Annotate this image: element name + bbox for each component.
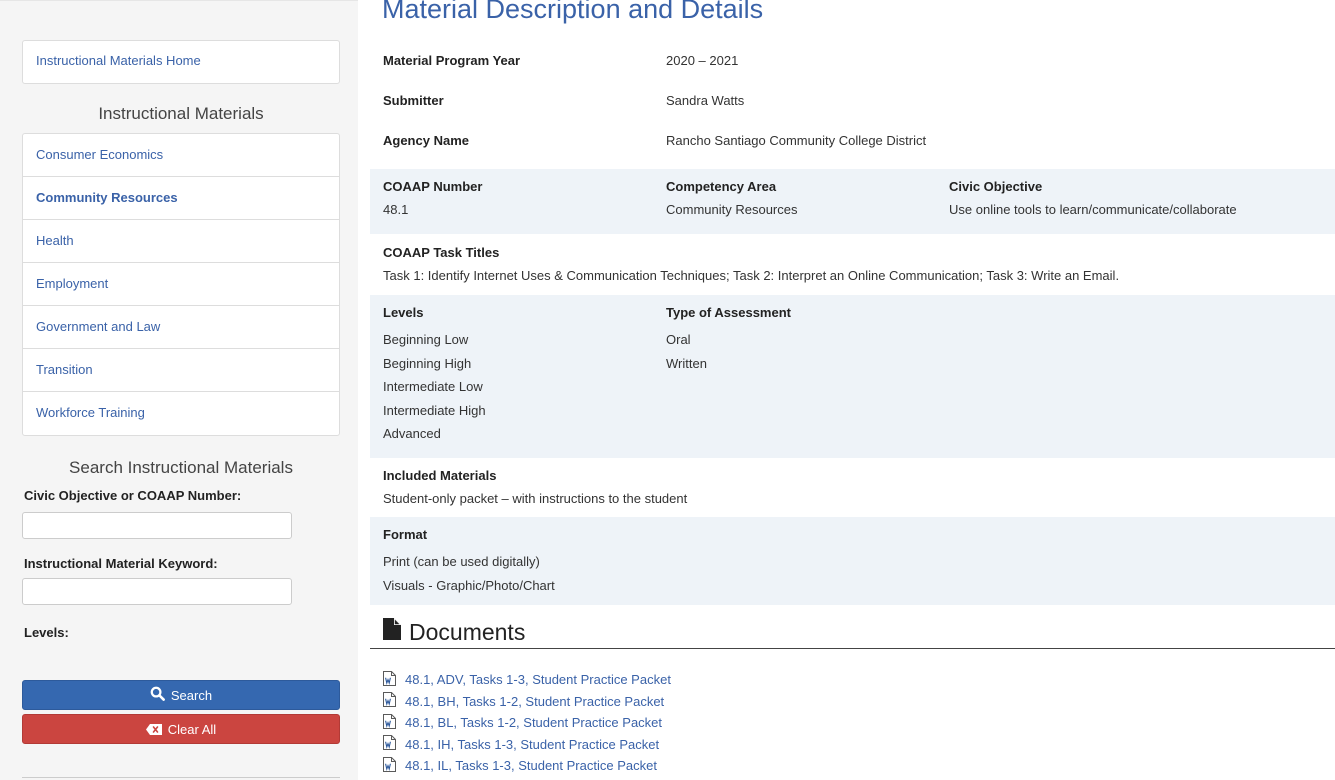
search-icon [150, 682, 165, 712]
document-link[interactable]: 48.1, BH, Tasks 1-2, Student Practice Pa… [383, 691, 671, 713]
levels-label: Levels: [24, 625, 69, 640]
file-icon [383, 618, 409, 646]
assessment-type-heading: Type of Assessment [666, 305, 791, 320]
sidebar: Instructional Materials Home Instruction… [0, 0, 358, 780]
level-item: Intermediate Low [383, 379, 483, 394]
civic-objective-label: Civic Objective or COAAP Number: [24, 488, 242, 503]
agency-row: Agency Name Rancho Santiago Community Co… [370, 123, 1335, 159]
format-list: Print (can be used digitally) Visuals - … [383, 550, 555, 597]
document-link[interactable]: 48.1, BL, Tasks 1-2, Student Practice Pa… [383, 712, 671, 734]
levels-list: Beginning Low Beginning High Intermediat… [383, 328, 486, 446]
levels-heading: Levels [383, 305, 424, 320]
document-link[interactable]: 48.1, IL, Tasks 1-3, Student Practice Pa… [383, 755, 671, 777]
submitter-value: Sandra Watts [666, 93, 745, 108]
category-workforce-training[interactable]: Workforce Training [23, 392, 339, 435]
program-year-label: Material Program Year [383, 53, 521, 68]
coaap-number-value: 48.1 [383, 202, 409, 217]
submitter-label: Submitter [383, 93, 444, 108]
document-title: 48.1, BH, Tasks 1-2, Student Practice Pa… [405, 693, 665, 709]
agency-value: Rancho Santiago Community College Distri… [666, 133, 927, 148]
document-title: 48.1, BL, Tasks 1-2, Student Practice Pa… [405, 715, 663, 731]
document-link[interactable]: 48.1, ADV, Tasks 1-3, Student Practice P… [383, 669, 671, 691]
levels-row: Levels Beginning Low Beginning High Inte… [370, 295, 1335, 458]
search-heading: Search Instructional Materials [69, 458, 293, 477]
submitter-row: Submitter Sandra Watts [370, 83, 1335, 119]
keyword-input[interactable] [22, 578, 292, 605]
coaap-number-label: COAAP Number [383, 179, 483, 194]
task-titles-label: COAAP Task Titles [383, 245, 500, 260]
clear-all-button-label: Clear All [167, 722, 217, 737]
competency-area-value: Community Resources [666, 202, 798, 217]
assessment-item: Oral [666, 332, 691, 347]
program-year-row: Material Program Year 2020 – 2021 [370, 43, 1335, 79]
assessment-list: Oral Written [666, 328, 707, 375]
sidebar-divider [22, 777, 340, 778]
document-title: 48.1, IL, Tasks 1-3, Student Practice Pa… [405, 758, 657, 774]
backspace-x-icon [145, 716, 162, 746]
task-titles-value: Task 1: Identify Internet Uses & Communi… [383, 268, 1120, 283]
documents-heading: Documents [383, 618, 525, 646]
format-label: Format [383, 527, 428, 542]
document-link[interactable]: 48.1, IH, Tasks 1-3, Student Practice Pa… [383, 734, 671, 756]
keyword-label: Instructional Material Keyword: [24, 556, 218, 571]
category-community-resources[interactable]: Community Resources [23, 177, 339, 220]
level-item: Beginning High [383, 355, 472, 371]
documents-rule [370, 648, 1335, 649]
category-health[interactable]: Health [23, 220, 339, 263]
documents-list: 48.1, ADV, Tasks 1-3, Student Practice P… [383, 669, 671, 777]
category-list: Consumer Economics Community Resources H… [22, 133, 340, 436]
category-government-and-law[interactable]: Government and Law [23, 306, 339, 349]
category-transition[interactable]: Transition [23, 349, 339, 392]
format-item: Print (can be used digitally) [383, 554, 540, 569]
word-file-icon [383, 756, 396, 775]
included-materials-value: Student-only packet – with instructions … [383, 491, 688, 506]
level-item: Advanced [383, 426, 441, 441]
civic-objective-input[interactable] [22, 512, 292, 539]
category-consumer-economics[interactable]: Consumer Economics [23, 134, 339, 177]
clear-all-button[interactable]: Clear All [22, 714, 340, 744]
civic-objective-value: Use online tools to learn/communicate/co… [949, 202, 1237, 217]
category-employment[interactable]: Employment [23, 263, 339, 306]
main-content: Material Description and Details Materia… [370, 0, 1335, 780]
word-file-icon [383, 692, 396, 710]
page-title: Material Description and Details [382, 0, 764, 24]
format-row: Format Print (can be used digitally) Vis… [370, 517, 1335, 605]
word-file-icon [383, 713, 396, 732]
document-title: 48.1, IH, Tasks 1-3, Student Practice Pa… [405, 736, 660, 752]
agency-label: Agency Name [383, 133, 469, 148]
level-item: Intermediate High [383, 402, 486, 418]
civic-objective-heading: Civic Objective [949, 179, 1043, 194]
document-title: 48.1, ADV, Tasks 1-3, Student Practice P… [405, 672, 671, 688]
level-item: Beginning Low [383, 332, 469, 347]
word-file-icon [383, 670, 396, 689]
search-button-label: Search [170, 688, 213, 703]
task-titles-row: COAAP Task Titles Task 1: Identify Inter… [370, 237, 1335, 293]
coaap-row: COAAP Number 48.1 Competency Area Commun… [370, 169, 1335, 234]
instructional-materials-heading: Instructional Materials [98, 104, 264, 123]
search-button[interactable]: Search [22, 680, 340, 710]
program-year-value: 2020 – 2021 [666, 53, 739, 68]
format-item: Visuals - Graphic/Photo/Chart [383, 577, 555, 593]
competency-area-label: Competency Area [666, 179, 777, 194]
instructional-materials-home-link[interactable]: Instructional Materials Home [22, 40, 340, 84]
included-materials-label: Included Materials [383, 468, 497, 483]
documents-heading-label: Documents [409, 618, 526, 645]
included-materials-row: Included Materials Student-only packet –… [370, 459, 1335, 515]
assessment-item: Written [666, 355, 707, 371]
word-file-icon [383, 735, 396, 753]
